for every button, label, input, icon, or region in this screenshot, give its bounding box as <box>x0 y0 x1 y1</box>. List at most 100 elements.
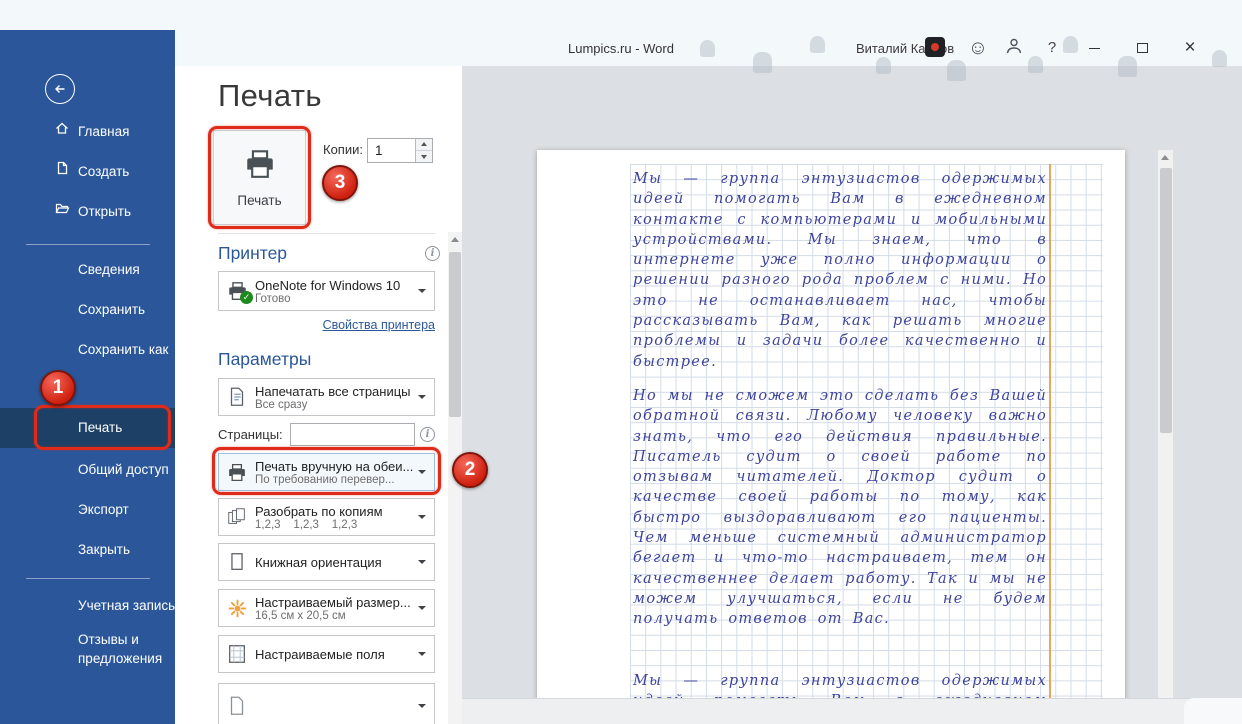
sidebar-item-close-doc[interactable]: Закрыть <box>0 530 175 570</box>
scrollbar-thumb[interactable] <box>449 252 461 417</box>
maximize-icon <box>1136 43 1148 53</box>
paper-size-dropdown[interactable]: Настраиваемый размер... 16,5 см x 20,5 с… <box>218 589 435 627</box>
pages-label: Страницы: <box>218 426 283 442</box>
pages-per-sheet-dropdown[interactable] <box>218 683 435 724</box>
collate-dropdown[interactable]: Разобрать по копиям 1,2,3 1,2,3 1,2,3 <box>218 498 435 536</box>
duplex-printer-icon <box>219 462 255 483</box>
print-preview-area: Мы — группа энтузиастов одержимых идеей … <box>462 66 1242 724</box>
dropdown-line2: Все сразу <box>255 398 308 411</box>
paragraph: Мы — группа энтузиастов одержимых идеей … <box>633 171 1047 370</box>
chevron-down-icon <box>418 652 426 656</box>
printer-properties-link[interactable]: Свойства принтера <box>218 318 435 332</box>
sidebar-item-label: Отзывы и предложения <box>78 632 163 666</box>
close-button[interactable] <box>1172 34 1208 62</box>
backstage-sidebar: Главная Создать Открыть Сведения Сохрани… <box>0 30 175 724</box>
sidebar-item-open[interactable]: Открыть <box>0 192 175 232</box>
sidebar-item-info[interactable]: Сведения <box>0 250 175 290</box>
duplex-dropdown[interactable]: Печать вручную на обеи... По требованию … <box>218 453 435 491</box>
print-button-label: Печать <box>237 193 282 208</box>
printer-status: Готово <box>255 292 291 305</box>
sidebar-item-share[interactable]: Общий доступ <box>0 450 175 490</box>
info-icon[interactable] <box>425 246 440 261</box>
sidebar-item-label: Сведения <box>78 262 140 277</box>
dropdown-line2: 16,5 см x 20,5 см <box>255 609 346 622</box>
scrollbar-thumb[interactable] <box>1159 168 1172 433</box>
sidebar-item-label: Закрыть <box>78 542 130 557</box>
sidebar-item-export[interactable]: Экспорт <box>0 490 175 530</box>
printer-name: OneNote for Windows 10 <box>255 277 401 293</box>
sidebar-item-save[interactable]: Сохранить <box>0 290 175 330</box>
zoom-controls[interactable] <box>1184 698 1242 724</box>
dropdown-line1: Настраиваемые поля <box>255 646 385 662</box>
sidebar-item-label: Создать <box>78 164 130 179</box>
handwritten-text: Мы — группа энтузиастов одержимых идеей … <box>633 169 1047 724</box>
margins-dropdown[interactable]: Настраиваемые поля <box>218 635 435 673</box>
chevron-down-icon <box>418 470 426 474</box>
pages-input[interactable] <box>289 422 415 446</box>
back-button[interactable] <box>45 74 75 104</box>
sidebar-item-label: Экспорт <box>78 502 129 517</box>
chevron-down-icon <box>418 606 426 610</box>
titlebar: Lumpics.ru - Word Виталий Каиров ? <box>0 0 1242 81</box>
settings-section-heading: Параметры <box>218 349 312 369</box>
sidebar-item-save-as[interactable]: Сохранить как <box>0 330 175 370</box>
home-icon <box>54 112 70 152</box>
sidebar-item-new[interactable]: Создать <box>0 152 175 192</box>
sidebar-item-account[interactable]: Учетная запись <box>0 586 175 626</box>
copies-label: Копии: <box>323 142 363 157</box>
printer-icon <box>242 147 278 186</box>
print-range-dropdown[interactable]: Напечатать все страницы Все сразу <box>218 378 435 416</box>
sticker-badge-icon <box>925 37 945 57</box>
spin-up-button[interactable] <box>416 139 432 151</box>
chevron-down-icon <box>418 289 426 293</box>
sidebar-item-label: Сохранить как <box>78 342 169 357</box>
ghost-sticker-icon <box>947 60 966 81</box>
sidebar-item-label: Главная <box>78 124 130 139</box>
sidebar-item-feedback[interactable]: Отзывы и предложения <box>0 626 175 674</box>
word-backstage-print-window: Lumpics.ru - Word Виталий Каиров ? Главн… <box>0 0 1242 724</box>
preview-page: Мы — группа энтузиастов одержимых идеей … <box>537 150 1125 724</box>
account-icon[interactable] <box>1002 36 1026 60</box>
maximize-button[interactable] <box>1126 34 1158 62</box>
portrait-orientation-icon <box>219 551 255 573</box>
sidebar-item-print[interactable]: Печать <box>0 408 175 448</box>
preview-scrollbar[interactable] <box>1158 150 1173 698</box>
scroll-up-arrow-icon[interactable] <box>1158 150 1173 165</box>
sidebar-item-home[interactable]: Главная <box>0 112 175 152</box>
annotation-step-3: 3 <box>322 165 358 201</box>
chevron-down-icon <box>418 560 426 564</box>
help-icon[interactable]: ? <box>1040 36 1064 60</box>
chevron-down-icon <box>418 515 426 519</box>
page-title: Печать <box>218 78 322 113</box>
pages-icon <box>219 386 255 408</box>
minimize-icon <box>1088 47 1100 49</box>
annotation-step-2: 2 <box>452 452 488 488</box>
dropdown-line2: 1,2,3 1,2,3 1,2,3 <box>255 518 358 531</box>
dropdown-line2: По требованию перевер... <box>255 473 395 486</box>
smiley-feedback-icon[interactable] <box>966 36 990 60</box>
notebook-grid: Мы — группа энтузиастов одержимых идеей … <box>630 164 1103 724</box>
back-arrow-icon <box>55 85 65 93</box>
chevron-down-icon <box>418 395 426 399</box>
sidebar-item-label: Сохранить <box>78 302 146 317</box>
dropdown-line1: Разобрать по копиям <box>255 503 383 519</box>
help-glyph: ? <box>1047 39 1057 56</box>
printer-section-heading: Принтер <box>218 243 288 263</box>
sidebar-item-label: Открыть <box>78 204 132 219</box>
pages-row: Страницы: <box>218 422 435 446</box>
print-button[interactable]: Печать <box>213 130 306 225</box>
copies-value: 1 <box>375 143 383 158</box>
sidebar-item-label: Учетная запись <box>78 598 176 613</box>
info-icon[interactable] <box>420 426 435 442</box>
copies-stepper[interactable]: 1 <box>367 138 433 163</box>
dropdown-line1: Настраиваемый размер... <box>255 594 411 610</box>
orientation-dropdown[interactable]: Книжная ориентация <box>218 543 435 581</box>
paper-size-icon <box>219 598 255 619</box>
margins-icon <box>219 643 255 665</box>
scroll-up-arrow-icon[interactable] <box>448 232 462 247</box>
open-folder-icon <box>54 192 70 232</box>
printer-selector[interactable]: OneNote for Windows 10 Готово <box>218 271 435 311</box>
spin-down-button[interactable] <box>416 151 432 162</box>
dropdown-line1: Книжная ориентация <box>255 554 382 570</box>
minimize-button[interactable] <box>1078 34 1110 62</box>
